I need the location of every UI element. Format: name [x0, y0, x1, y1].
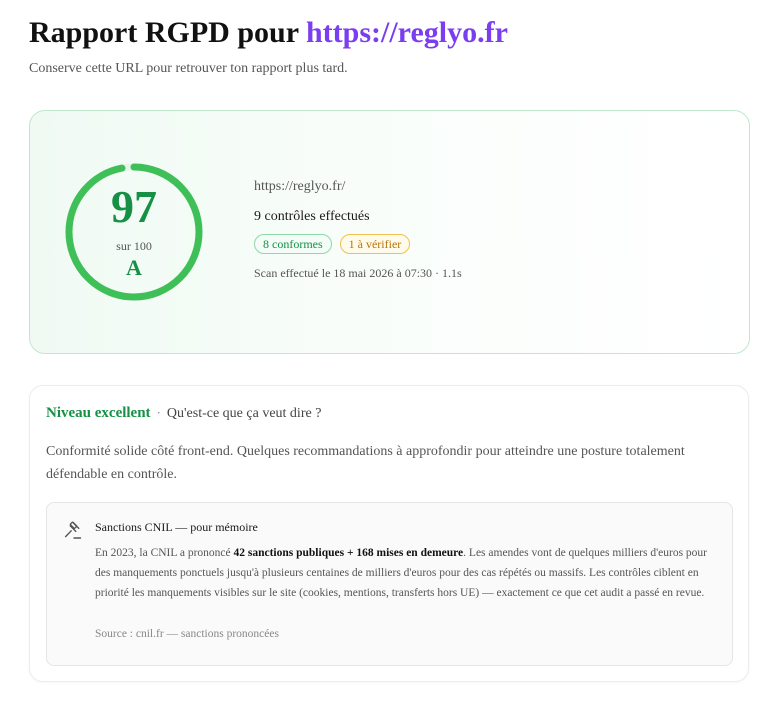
- level-header: Niveau excellent · Qu'est-ce que ça veut d…: [46, 404, 321, 422]
- compliant-badge[interactable]: 8 conformes: [254, 234, 332, 254]
- cnil-sanctions-note: Sanctions CNIL — pour mémoire En 2023, l…: [46, 502, 733, 666]
- result-badges: 8 conformes 1 à vérifier: [254, 234, 674, 254]
- score-value: 97: [111, 181, 157, 232]
- note-body: En 2023, la CNIL a prononcé 42 sanctions…: [95, 543, 715, 603]
- score-out-of: sur 100: [116, 239, 152, 253]
- scan-summary: https://reglyo.fr/ 9 contrôles effectués…: [254, 179, 674, 281]
- level-card: Niveau excellent · Qu'est-ce que ça veut d…: [29, 385, 749, 682]
- note-source: Source : cnil.fr — sanctions prononcées: [95, 628, 279, 640]
- checks-count: 9 contrôles effectués: [254, 209, 370, 224]
- score-gauge: 97 sur 100 A: [64, 162, 204, 302]
- scan-timestamp: Scan effectué le 18 mai 2026 à 07:30 · 1…: [254, 266, 462, 280]
- level-description: Conformité solide côté front-end. Quelqu…: [46, 444, 685, 482]
- page-subtitle: Conserve cette URL pour retrouver ton ra…: [29, 61, 348, 76]
- report-page: Rapport RGPD pour https://reglyo.fr Cons…: [0, 0, 776, 708]
- level-name: Niveau excellent: [46, 405, 151, 421]
- level-help-link[interactable]: Qu'est-ce que ça veut dire ?: [167, 406, 322, 421]
- page-title-prefix: Rapport RGPD pour: [29, 16, 306, 49]
- to-verify-badge[interactable]: 1 à vérifier: [339, 234, 411, 254]
- note-title: Sanctions CNIL — pour mémoire: [95, 520, 258, 534]
- level-separator: ·: [156, 405, 161, 420]
- note-body-highlight: 42 sanctions publiques + 168 mises en de…: [233, 547, 464, 559]
- gavel-icon: [63, 521, 83, 541]
- scanned-url: https://reglyo.fr/: [254, 179, 346, 194]
- score-grade: A: [126, 255, 142, 280]
- report-url-link[interactable]: https://reglyo.fr: [306, 16, 508, 49]
- page-title: Rapport RGPD pour https://reglyo.fr: [29, 16, 508, 50]
- score-card: 97 sur 100 A https://reglyo.fr/ 9 contrô…: [29, 110, 750, 354]
- note-body-intro: En 2023, la CNIL a prononcé: [95, 547, 234, 559]
